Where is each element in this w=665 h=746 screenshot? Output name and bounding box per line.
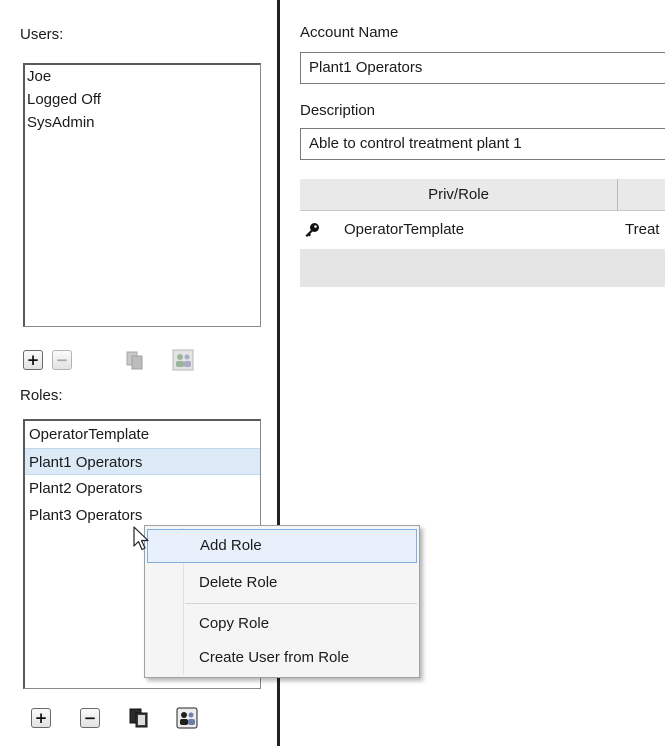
grid-cell-privrole: OperatorTemplate [344,221,465,238]
create-user-icon[interactable] [172,349,194,371]
menu-add-role[interactable]: Add Role [147,529,417,563]
key-icon [305,223,319,237]
menu-create-user-from-role[interactable]: Create User from Role [147,641,417,675]
remove-icon: − [55,350,69,369]
menu-copy-role[interactable]: Copy Role [147,607,417,641]
add-user-button[interactable]: + [23,350,43,370]
users-list[interactable]: Joe Logged Off SysAdmin [23,63,261,327]
user-item-sysadmin[interactable]: SysAdmin [25,111,260,134]
account-name-label: Account Name [300,24,399,41]
role-item-operatortemplate[interactable]: OperatorTemplate [25,421,260,448]
remove-icon: − [83,708,97,727]
copy-role-icon[interactable] [128,707,150,729]
description-field[interactable]: Able to control treatment plant 1 [300,128,665,160]
menu-delete-role[interactable]: Delete Role [147,566,417,600]
description-label: Description [300,102,376,119]
user-item-joe[interactable]: Joe [25,65,260,88]
grid-new-row[interactable] [300,249,665,287]
privrole-column-header[interactable]: Priv/Role [300,179,617,211]
column-separator[interactable] [617,179,618,211]
user-item-logged-off[interactable]: Logged Off [25,88,260,111]
create-user-from-role-icon[interactable] [176,707,198,729]
add-icon: + [34,708,48,727]
users-label: Users: [20,26,64,43]
role-item-plant1-operators[interactable]: Plant1 Operators [25,448,260,475]
role-item-plant2-operators[interactable]: Plant2 Operators [25,475,260,502]
grid-row[interactable]: OperatorTemplate Treat [300,211,665,249]
remove-role-button[interactable]: − [80,708,100,728]
grid-cell-second: Treat [625,221,660,238]
copy-user-icon[interactable] [124,349,146,371]
menu-separator [185,603,417,604]
privrole-grid-header: Priv/Role [300,179,665,211]
add-icon: + [26,350,40,369]
roles-label: Roles: [20,387,63,404]
account-name-field[interactable]: Plant1 Operators [300,52,665,84]
remove-user-button[interactable]: − [52,350,72,370]
add-role-button[interactable]: + [31,708,51,728]
role-context-menu: Add Role Delete Role Copy Role Create Us… [144,525,420,678]
mouse-cursor-icon [133,526,149,551]
